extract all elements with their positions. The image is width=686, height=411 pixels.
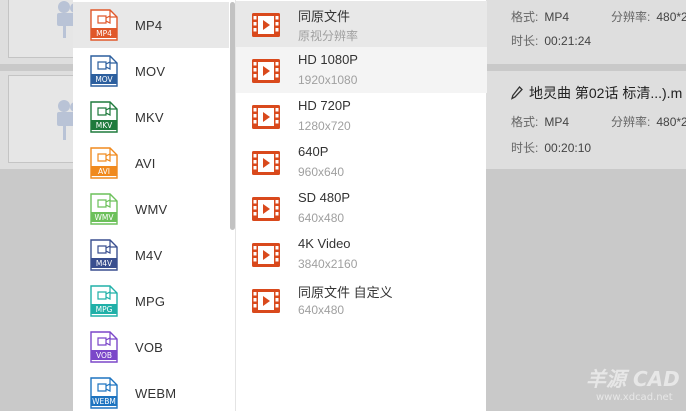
preset-item[interactable]: HD 1080P 1920x1080: [236, 47, 487, 93]
format-list[interactable]: MP4 MP4 MOV MOV MKV MKV AVI AVI WMV WMV M4V M4V MPG M…: [73, 0, 235, 411]
format-label: MPG: [135, 293, 166, 309]
file-format-icon: M4V: [90, 239, 118, 271]
format-item-webm[interactable]: WEBM WEBM: [73, 370, 229, 411]
format-info: 格式: MP4: [511, 10, 570, 24]
format-item-wmv[interactable]: WMV WMV: [73, 186, 229, 232]
format-item-mp4[interactable]: MP4 MP4: [73, 2, 229, 48]
resolution-info: 分辨率: 480*2: [611, 10, 686, 24]
film-play-icon: [252, 151, 280, 175]
preset-item[interactable]: 4K Video 3840x2160: [236, 231, 487, 277]
file-format-tag: VOB: [96, 351, 112, 360]
file-format-tag: M4V: [96, 259, 113, 268]
preset-resolution: 960x640: [298, 165, 345, 179]
preset-resolution: 1280x720: [298, 119, 351, 133]
preset-name: 4K Video: [298, 236, 351, 251]
file-format-tag: MKV: [96, 121, 113, 130]
preset-list[interactable]: 同原文件原视分辨率 HD 1080P 1920x1080 HD 720P 1280x72…: [235, 0, 487, 411]
watermark-logo: 羊源 CAD www.xdcad.net: [586, 367, 680, 403]
svg-text:羊源 CAD: 羊源 CAD: [586, 367, 680, 391]
format-label: M4V: [135, 247, 163, 263]
file-format-tag: MP4: [96, 29, 112, 38]
format-item-mkv[interactable]: MKV MKV: [73, 94, 229, 140]
film-play-icon: [252, 243, 280, 267]
file-format-icon: VOB: [90, 331, 118, 363]
duration-info: 时长: 00:21:24: [511, 34, 592, 48]
resolution-info: 分辨率: 480*2: [611, 115, 686, 129]
preset-name: 同原文件 自定义: [298, 285, 393, 300]
film-play-icon: [252, 13, 280, 37]
format-info: 格式: MP4: [511, 115, 570, 129]
preset-item[interactable]: 同原文件 自定义 640x480: [236, 277, 487, 323]
svg-text:www.xdcad.net: www.xdcad.net: [596, 392, 673, 403]
preset-name: HD 1080P: [298, 52, 358, 67]
preset-resolution: 640x480: [298, 303, 345, 317]
preset-item[interactable]: SD 480P 640x480: [236, 185, 487, 231]
preset-resolution: 1920x1080: [298, 73, 358, 87]
film-play-icon: [252, 289, 280, 313]
preset-item[interactable]: 同原文件 原视分辨率: [236, 1, 487, 47]
file-format-tag: WEBM: [92, 397, 116, 406]
preset-resolution: 原视分辨率: [298, 29, 359, 43]
format-label: AVI: [135, 155, 156, 171]
file-title[interactable]: 地灵曲 第02话 标清...).m: [511, 83, 682, 103]
preset-name: 同原文件: [298, 9, 351, 24]
file-format-icon: MOV: [90, 55, 118, 87]
preset-name: SD 480P: [298, 190, 351, 205]
format-label: MP4: [135, 17, 163, 33]
file-format-icon: MP4: [90, 9, 118, 41]
format-label: MKV: [135, 109, 164, 125]
format-item-m4v[interactable]: M4V M4V: [73, 232, 229, 278]
format-label: WMV: [135, 201, 168, 217]
format-item-mpg[interactable]: MPG MPG: [73, 278, 229, 324]
film-play-icon: [252, 197, 280, 221]
format-item-avi[interactable]: AVI AVI: [73, 140, 229, 186]
preset-name: HD 720P: [298, 98, 351, 113]
pencil-icon[interactable]: [511, 86, 523, 100]
duration-info: 时长: 00:20:10: [511, 141, 592, 155]
file-format-icon: AVI: [90, 147, 118, 179]
film-play-icon: [252, 105, 280, 129]
file-format-tag: MPG: [96, 305, 113, 314]
file-format-icon: MKV: [90, 101, 118, 133]
file-format-tag: MOV: [95, 75, 113, 84]
preset-item[interactable]: 640P 960x640: [236, 139, 487, 185]
file-format-tag: AVI: [98, 167, 110, 176]
format-label: MOV: [135, 63, 166, 79]
preset-resolution: 3840x2160: [298, 257, 358, 271]
format-label: VOB: [135, 339, 164, 355]
preset-name: 640P: [298, 144, 329, 159]
file-format-icon: WMV: [90, 193, 118, 225]
format-item-mov[interactable]: MOV MOV: [73, 48, 229, 94]
file-format-tag: WMV: [94, 213, 114, 222]
format-item-vob[interactable]: VOB VOB: [73, 324, 229, 370]
file-format-icon: WEBM: [90, 377, 118, 409]
preset-item[interactable]: HD 720P 1280x720: [236, 93, 487, 139]
preset-resolution: 640x480: [298, 211, 345, 225]
film-play-icon: [252, 59, 280, 83]
file-format-icon: MPG: [90, 285, 118, 317]
format-label: WEBM: [135, 385, 177, 401]
